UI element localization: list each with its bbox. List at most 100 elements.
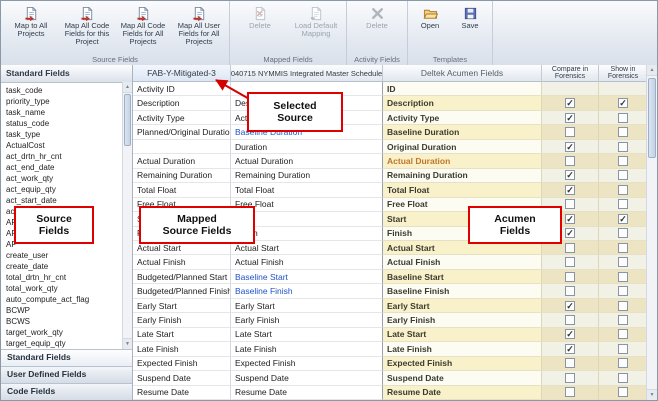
mapped-source-field-cell[interactable]: Actual Duration xyxy=(231,154,383,168)
show-in-forensics-checkbox[interactable] xyxy=(618,257,628,267)
mapped-source-field-cell[interactable]: Resume Date xyxy=(231,386,383,400)
compare-in-forensics-checkbox[interactable]: ✓ xyxy=(565,301,575,311)
selected-source-field-cell[interactable]: Resume Date xyxy=(133,386,231,400)
compare-in-forensics-checkbox[interactable]: ✓ xyxy=(565,329,575,339)
mapped-source-field-cell[interactable]: Early Finish xyxy=(231,313,383,327)
sidebar-tab-code-fields[interactable]: Code Fields xyxy=(1,383,132,400)
compare-in-forensics-checkbox[interactable] xyxy=(565,358,575,368)
map-all-code-fields-for-this-project-button[interactable]: Map All Code Fields for this Project xyxy=(59,2,115,46)
compare-in-forensics-checkbox[interactable]: ✓ xyxy=(565,214,575,224)
scroll-down-icon[interactable]: ▼ xyxy=(647,389,657,400)
sidebar-tab-standard-fields[interactable]: Standard Fields xyxy=(1,349,132,366)
compare-in-forensics-checkbox[interactable]: ✓ xyxy=(565,98,575,108)
show-in-forensics-checkbox[interactable] xyxy=(618,156,628,166)
source-field-item[interactable]: create_date xyxy=(1,261,132,272)
map-to-all-projects-button[interactable]: Map to All Projects xyxy=(3,2,59,38)
selected-source-field-cell[interactable]: Total Float xyxy=(133,183,231,197)
selected-source-field-cell[interactable]: Budgeted/Planned Finish xyxy=(133,284,231,298)
mapped-source-field-cell[interactable]: Early Start xyxy=(231,299,383,313)
show-in-forensics-checkbox[interactable] xyxy=(618,272,628,282)
show-in-forensics-checkbox[interactable] xyxy=(618,170,628,180)
source-field-item[interactable]: act_start_date xyxy=(1,195,132,206)
map-all-user-fields-for-all-projects-button[interactable]: Map All User Fields for All Projects xyxy=(171,2,227,46)
source-field-item[interactable]: BCWP xyxy=(1,305,132,316)
mapped-source-field-cell[interactable]: Remaining Duration xyxy=(231,169,383,183)
show-in-forensics-checkbox[interactable] xyxy=(618,286,628,296)
show-in-forensics-checkbox[interactable] xyxy=(618,358,628,368)
show-in-forensics-checkbox[interactable] xyxy=(618,113,628,123)
source-field-item[interactable]: task_code xyxy=(1,85,132,96)
field-list-scroll-thumb[interactable] xyxy=(124,94,131,146)
source-field-item[interactable]: auto_compute_act_flag xyxy=(1,294,132,305)
field-list-scrollbar[interactable]: ▲ ▼ xyxy=(122,82,132,349)
show-in-forensics-checkbox[interactable] xyxy=(618,142,628,152)
source-field-item[interactable]: total_work_qty xyxy=(1,283,132,294)
compare-in-forensics-checkbox[interactable]: ✓ xyxy=(565,344,575,354)
compare-in-forensics-checkbox[interactable] xyxy=(565,127,575,137)
selected-source-field-cell[interactable]: Activity Type xyxy=(133,111,231,125)
mapped-source-field-cell[interactable]: Baseline Start xyxy=(231,270,383,284)
compare-in-forensics-checkbox[interactable] xyxy=(565,243,575,253)
selected-source-field-cell[interactable] xyxy=(133,140,231,154)
compare-in-forensics-checkbox[interactable] xyxy=(565,286,575,296)
scroll-up-icon[interactable]: ▲ xyxy=(647,65,657,76)
compare-in-forensics-checkbox[interactable] xyxy=(565,315,575,325)
map-all-code-fields-for-all-projects-button[interactable]: Map All Code Fields for All Projects xyxy=(115,2,171,46)
source-field-item[interactable]: act_drtn_hr_cnt xyxy=(1,151,132,162)
selected-source-field-cell[interactable]: Early Finish xyxy=(133,313,231,327)
show-in-forensics-checkbox[interactable] xyxy=(618,387,628,397)
selected-source-field-cell[interactable]: Planned/Original Duration xyxy=(133,125,231,139)
show-in-forensics-checkbox[interactable] xyxy=(618,301,628,311)
show-in-forensics-checkbox[interactable] xyxy=(618,199,628,209)
source-field-item[interactable]: task_name xyxy=(1,107,132,118)
selected-source-field-cell[interactable]: Early Start xyxy=(133,299,231,313)
compare-in-forensics-checkbox[interactable]: ✓ xyxy=(565,113,575,123)
source-field-item[interactable]: act_work_qty xyxy=(1,173,132,184)
mapped-source-field-cell[interactable]: Expected Finish xyxy=(231,357,383,371)
mapped-source-field-cell[interactable]: Late Start xyxy=(231,328,383,342)
scroll-up-icon[interactable]: ▲ xyxy=(123,82,132,93)
selected-source-field-cell[interactable]: Expected Finish xyxy=(133,357,231,371)
compare-in-forensics-checkbox[interactable]: ✓ xyxy=(565,170,575,180)
source-field-item[interactable]: act_end_date xyxy=(1,162,132,173)
source-field-item[interactable]: create_user xyxy=(1,250,132,261)
show-in-forensics-checkbox[interactable]: ✓ xyxy=(618,214,628,224)
compare-in-forensics-checkbox[interactable] xyxy=(565,156,575,166)
show-in-forensics-checkbox[interactable] xyxy=(618,329,628,339)
vertical-scroll-thumb[interactable] xyxy=(648,78,656,158)
compare-in-forensics-checkbox[interactable] xyxy=(565,199,575,209)
source-field-item[interactable]: act_equip_qty xyxy=(1,184,132,195)
compare-in-forensics-checkbox[interactable] xyxy=(565,387,575,397)
selected-source-field-cell[interactable]: Actual Duration xyxy=(133,154,231,168)
selected-source-field-cell[interactable]: Remaining Duration xyxy=(133,169,231,183)
show-in-forensics-checkbox[interactable] xyxy=(618,228,628,238)
mapped-source-field-cell[interactable]: Duration xyxy=(231,140,383,154)
sidebar-tab-user-defined-fields[interactable]: User Defined Fields xyxy=(1,366,132,383)
show-in-forensics-checkbox[interactable] xyxy=(618,315,628,325)
source-field-item[interactable]: status_code xyxy=(1,118,132,129)
show-in-forensics-checkbox[interactable] xyxy=(618,344,628,354)
compare-in-forensics-checkbox[interactable]: ✓ xyxy=(565,185,575,195)
selected-source-field-cell[interactable]: Late Start xyxy=(133,328,231,342)
selected-source-field-cell[interactable]: Actual Finish xyxy=(133,255,231,269)
mapped-source-field-cell[interactable]: Suspend Date xyxy=(231,371,383,385)
scroll-down-icon[interactable]: ▼ xyxy=(123,338,132,349)
compare-in-forensics-checkbox[interactable]: ✓ xyxy=(565,142,575,152)
compare-in-forensics-checkbox[interactable] xyxy=(565,272,575,282)
source-field-item[interactable]: BCWS xyxy=(1,316,132,327)
mapped-source-field-cell[interactable]: Actual Finish xyxy=(231,255,383,269)
compare-in-forensics-checkbox[interactable] xyxy=(565,373,575,383)
open-button[interactable]: Open xyxy=(410,2,450,30)
save-button[interactable]: Save xyxy=(450,2,490,30)
mapped-source-field-cell[interactable]: Late Finish xyxy=(231,342,383,356)
compare-in-forensics-checkbox[interactable]: ✓ xyxy=(565,228,575,238)
show-in-forensics-checkbox[interactable] xyxy=(618,127,628,137)
selected-source-field-cell[interactable]: Late Finish xyxy=(133,342,231,356)
mapped-source-field-cell[interactable]: Baseline Finish xyxy=(231,284,383,298)
show-in-forensics-checkbox[interactable]: ✓ xyxy=(618,98,628,108)
source-field-item[interactable]: priority_type xyxy=(1,96,132,107)
mapped-source-field-cell[interactable]: Total Float xyxy=(231,183,383,197)
source-field-item[interactable]: target_equip_qty xyxy=(1,338,132,349)
vertical-scrollbar[interactable]: ▲ ▼ xyxy=(646,65,657,400)
source-field-item[interactable]: ActualCost xyxy=(1,140,132,151)
